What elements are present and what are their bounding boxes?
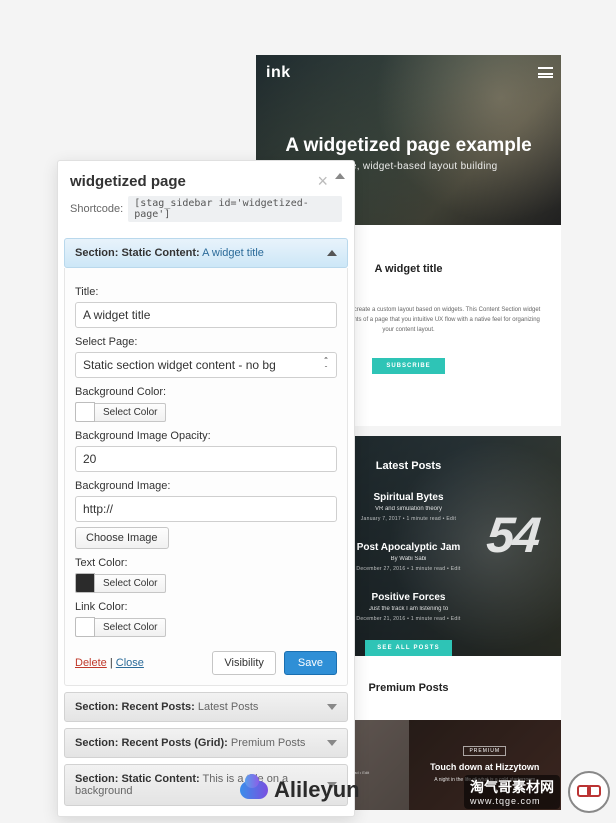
panel-header: widgetized page × (58, 161, 354, 196)
watermark-alileyun: Alileyun (240, 777, 360, 803)
mascot-icon (568, 771, 610, 813)
visibility-button[interactable]: Visibility (212, 651, 276, 675)
close-icon[interactable]: × (317, 171, 328, 192)
chevron-down-icon (327, 704, 337, 710)
section-header-static-content[interactable]: Section: Static Content: A widget title (64, 238, 348, 268)
premium-tag: PREMIUM (463, 746, 506, 756)
watermark-text: Alileyun (274, 777, 360, 803)
widget-admin-panel: widgetized page × Shortcode: [stag_sideb… (57, 160, 355, 817)
panel-title: widgetized page (70, 173, 342, 190)
section-label: Section: Recent Posts: (75, 701, 195, 713)
section-value: A widget title (202, 247, 264, 259)
choose-image-button[interactable]: Choose Image (75, 527, 169, 549)
hamburger-icon[interactable] (538, 67, 553, 78)
select-page-dropdown[interactable]: Static section widget content - no bg (75, 352, 337, 378)
link-color-label: Link Color: (75, 601, 337, 613)
watermark-url: www.tqge.com (470, 796, 554, 807)
watermark-badge: 淘气哥素材网 www.tqge.com (464, 775, 560, 809)
section-label: Section: Static Content: (75, 247, 200, 259)
link-color-swatch[interactable] (75, 617, 95, 637)
section-header-recent-posts[interactable]: Section: Recent Posts: Latest Posts (64, 692, 348, 722)
close-link[interactable]: Close (116, 657, 144, 669)
title-input[interactable] (75, 302, 337, 328)
shortcode-row: Shortcode: [stag_sidebar id='widgetized-… (58, 196, 354, 232)
bg-color-swatch[interactable] (75, 402, 95, 422)
section-body: Title: Select Page: Static section widge… (64, 268, 348, 686)
see-all-posts-button[interactable]: SEE ALL POSTS (365, 640, 452, 656)
section-value: Premium Posts (231, 737, 306, 749)
text-color-swatch[interactable] (75, 573, 95, 593)
bg-opacity-label: Background Image Opacity: (75, 430, 337, 442)
cloud-icon (240, 781, 268, 799)
shortcode-label: Shortcode: (70, 203, 123, 215)
shortcode-value: [stag_sidebar id='widgetized-page'] (128, 196, 342, 222)
save-button[interactable]: Save (284, 651, 337, 675)
watermark-main: 淘气哥素材网 (470, 779, 554, 795)
text-color-label: Text Color: (75, 557, 337, 569)
link-color-select-button[interactable]: Select Color (95, 618, 166, 637)
collapse-icon[interactable] (335, 173, 345, 179)
bg-color-label: Background Color: (75, 386, 337, 398)
section-header-recent-posts-grid[interactable]: Section: Recent Posts (Grid): Premium Po… (64, 728, 348, 758)
section-label: Section: Recent Posts (Grid): (75, 737, 228, 749)
hero-title: A widgetized page example (256, 135, 561, 157)
title-label: Title: (75, 286, 337, 298)
bg-image-label: Background Image: (75, 480, 337, 492)
chevron-up-icon (327, 250, 337, 256)
delete-link[interactable]: Delete (75, 657, 107, 669)
bg-opacity-input[interactable] (75, 446, 337, 472)
select-page-label: Select Page: (75, 336, 337, 348)
watermark-tqge: 淘气哥素材网 www.tqge.com (464, 771, 610, 813)
bg-image-input[interactable] (75, 496, 337, 522)
footer-left: Delete | Close (75, 657, 144, 669)
text-color-select-button[interactable]: Select Color (95, 574, 166, 593)
subscribe-button[interactable]: SUBSCRIBE (372, 358, 444, 374)
chevron-down-icon (327, 740, 337, 746)
section-value: Latest Posts (198, 701, 259, 713)
brand-logo: ink (266, 64, 291, 82)
section-label: Section: Static Content: (75, 773, 200, 785)
bg-color-select-button[interactable]: Select Color (95, 403, 166, 422)
